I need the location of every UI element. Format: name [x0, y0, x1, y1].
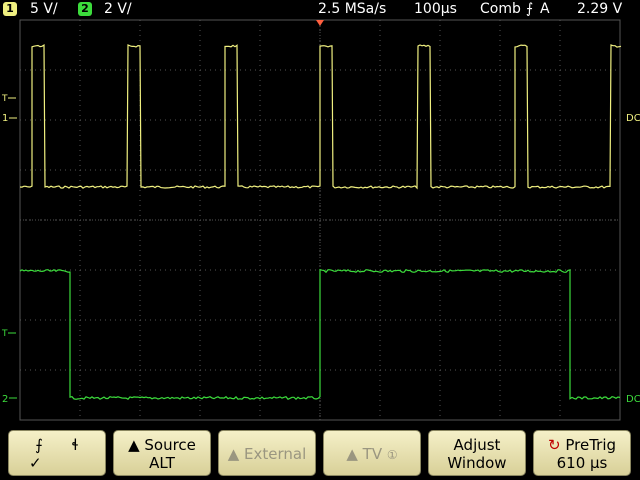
checkmark-icon: ✓ [29, 454, 42, 472]
svg-text:2: 2 [2, 394, 8, 405]
external-label: ▲ External [227, 445, 307, 463]
adjust-label: Adjust [453, 436, 501, 454]
tv-label: ▲ TV ① [346, 445, 398, 463]
ch2-coupling-marker: DC [626, 394, 640, 405]
pretrig-label: ↻ PreTrig [547, 436, 617, 454]
waveform-display: 1 T 2 T DC DC [1, 19, 640, 421]
source-label: ▲ Source [128, 436, 196, 454]
svg-text:1: 1 [2, 113, 8, 124]
rising-edge-icon: ⨍ [35, 436, 43, 454]
external-softkey[interactable]: ▲ External [218, 430, 316, 476]
svg-text:T: T [1, 94, 8, 104]
slope-options: ⨍ ɬ [9, 436, 105, 454]
pretrig-softkey[interactable]: ↻ PreTrig 610 µs [533, 430, 631, 476]
adjust-window-softkey[interactable]: Adjust Window [428, 430, 526, 476]
ch1-waveform [19, 44, 622, 190]
rotate-knob-icon: ↻ [547, 436, 561, 454]
ch1-ground-marker: 1 [2, 113, 17, 124]
info-icon: ① [386, 448, 398, 462]
ch2-trigger-level-marker: T [1, 329, 16, 339]
ch1-coupling-marker: DC [626, 113, 640, 124]
slope-softkey[interactable]: ⨍ ɬ ✓ [8, 430, 106, 476]
trigger-position-marker [316, 20, 324, 26]
source-softkey[interactable]: ▲ Source ALT [113, 430, 211, 476]
tv-softkey[interactable]: ▲ TV ① [323, 430, 421, 476]
ch1-trigger-level-marker: T [1, 94, 16, 104]
softkey-bar: ⨍ ɬ ✓ ▲ Source ALT ▲ External ▲ TV ① Adj… [0, 428, 640, 480]
window-label: Window [447, 454, 507, 472]
ch2-ground-marker: 2 [2, 394, 17, 405]
pretrig-value: 610 µs [556, 454, 608, 472]
source-value: ALT [149, 454, 175, 472]
svg-text:T: T [1, 329, 8, 339]
ch2-waveform [19, 268, 621, 401]
falling-edge-icon: ɬ [71, 436, 79, 454]
